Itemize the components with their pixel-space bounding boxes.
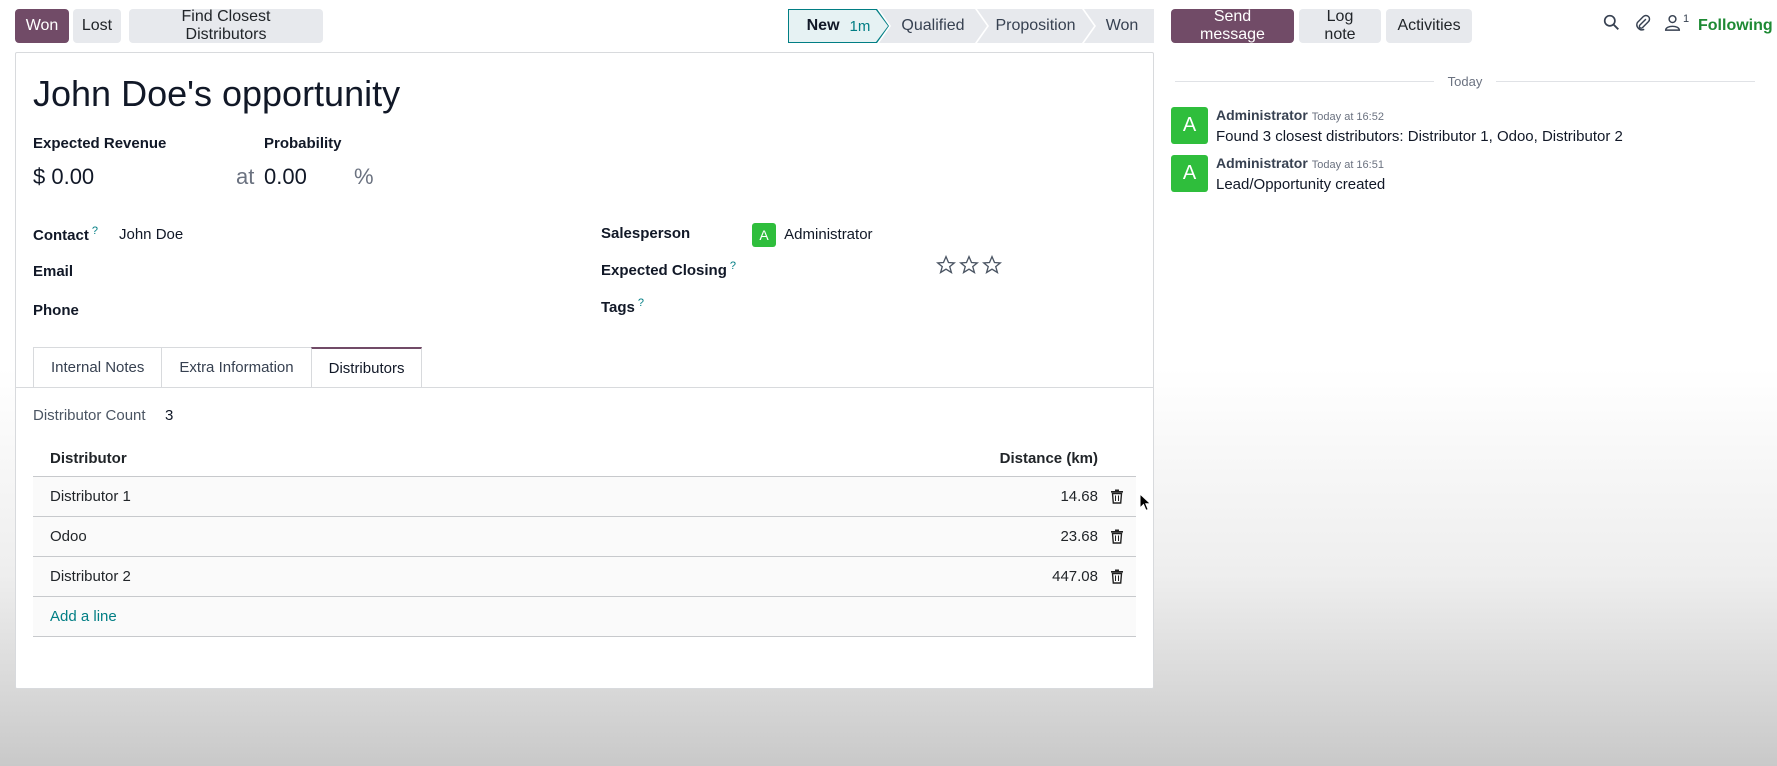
- date-separator-label: Today: [1447, 74, 1483, 89]
- user-icon[interactable]: [1664, 14, 1681, 31]
- search-icon[interactable]: [1603, 14, 1620, 31]
- tab-extra-information[interactable]: Extra Information: [161, 347, 312, 387]
- table-row[interactable]: Distributor 2 447.08: [33, 557, 1136, 597]
- activities-button[interactable]: Activities: [1386, 9, 1472, 43]
- star-icon[interactable]: [936, 255, 956, 275]
- add-line-link[interactable]: Add a line: [50, 608, 117, 625]
- expected-revenue-field[interactable]: $ 0.00: [33, 164, 94, 190]
- help-icon[interactable]: ?: [730, 260, 736, 272]
- tags-field[interactable]: [752, 295, 1132, 317]
- distributor-distance: 14.68: [1060, 488, 1098, 505]
- column-distributor[interactable]: Distributor: [33, 450, 898, 467]
- lost-button[interactable]: Lost: [73, 9, 121, 43]
- phone-field[interactable]: [119, 300, 519, 322]
- chatter-message: A Administrator Today at 16:52 Found 3 cl…: [1171, 107, 1623, 145]
- contact-label: Contact?: [33, 225, 98, 244]
- salesperson-label: Salesperson: [601, 225, 691, 242]
- email-label: Email: [33, 263, 74, 280]
- tags-label-text: Tags: [601, 299, 635, 316]
- tab-divider: [16, 387, 1153, 388]
- notebook-tabs: Internal Notes Extra Information Distrib…: [33, 347, 423, 388]
- contact-label-text: Contact: [33, 227, 89, 244]
- stage-won[interactable]: Won: [1084, 9, 1154, 43]
- stage-label: Proposition: [995, 17, 1076, 34]
- tags-label: Tags?: [601, 297, 644, 316]
- distributor-count-label: Distributor Count: [33, 407, 146, 424]
- help-icon[interactable]: ?: [92, 225, 98, 237]
- salesperson-field[interactable]: A Administrator: [752, 223, 873, 247]
- add-line-row: Add a line: [33, 597, 1136, 637]
- won-button[interactable]: Won: [15, 9, 69, 43]
- stage-proposition[interactable]: Proposition: [977, 9, 1094, 43]
- avatar[interactable]: A: [1171, 155, 1208, 192]
- email-field[interactable]: [119, 261, 519, 283]
- send-message-button[interactable]: Send message: [1171, 8, 1294, 43]
- stage-label: New: [806, 17, 840, 34]
- distributor-count-value: 3: [165, 407, 174, 424]
- stage-new[interactable]: New 1m: [788, 9, 889, 43]
- followers-count: 1: [1683, 13, 1690, 25]
- column-distance[interactable]: Distance (km): [898, 450, 1098, 467]
- tab-distributors[interactable]: Distributors: [310, 347, 423, 388]
- message-body: Found 3 closest distributors: Distributo…: [1216, 128, 1623, 145]
- table-row[interactable]: Distributor 1 14.68: [33, 477, 1136, 517]
- trash-icon[interactable]: [1110, 489, 1124, 504]
- probability-field[interactable]: 0.00: [264, 164, 307, 190]
- find-closest-distributors-button[interactable]: Find Closest Distributors: [129, 8, 323, 43]
- salesperson-name: Administrator: [784, 225, 873, 243]
- log-note-button[interactable]: Log note: [1299, 8, 1381, 43]
- contact-field[interactable]: John Doe: [119, 226, 183, 243]
- tab-internal-notes[interactable]: Internal Notes: [33, 347, 163, 387]
- date-separator: Today: [1175, 74, 1756, 89]
- expected-closing-label: Expected Closing?: [601, 260, 736, 279]
- stage-duration: 1m: [849, 17, 871, 35]
- expected-revenue-label: Expected Revenue: [33, 135, 167, 152]
- probability-label: Probability: [264, 135, 342, 152]
- mouse-cursor-icon: [1139, 493, 1152, 512]
- stage-qualified[interactable]: Qualified: [879, 9, 987, 43]
- stage-label: Qualified: [901, 17, 965, 34]
- message-time: Today at 16:51: [1311, 159, 1384, 171]
- star-icon[interactable]: [982, 255, 1002, 275]
- message-body: Lead/Opportunity created: [1216, 176, 1386, 193]
- distributor-distance: 23.68: [1060, 528, 1098, 545]
- trash-icon[interactable]: [1110, 529, 1124, 544]
- priority-stars: [936, 255, 1002, 275]
- distributor-table: Distributor Distance (km) Distributor 1 …: [33, 441, 1136, 637]
- stage-label: Won: [1105, 17, 1139, 34]
- trash-icon[interactable]: [1110, 569, 1124, 584]
- star-icon[interactable]: [959, 255, 979, 275]
- avatar: A: [752, 223, 776, 247]
- avatar[interactable]: A: [1171, 107, 1208, 144]
- paperclip-icon[interactable]: [1634, 14, 1651, 31]
- help-icon[interactable]: ?: [638, 297, 644, 309]
- distributor-name: Distributor 1: [50, 488, 131, 505]
- distributor-name: Odoo: [50, 528, 87, 545]
- stage-bar: New 1m Qualified Proposition Won: [788, 9, 1154, 43]
- message-author[interactable]: Administrator: [1216, 107, 1308, 123]
- page-title[interactable]: John Doe's opportunity: [33, 73, 400, 115]
- table-row[interactable]: Odoo 23.68: [33, 517, 1136, 557]
- at-label: at: [236, 164, 255, 189]
- following-button[interactable]: Following: [1698, 17, 1773, 35]
- table-header: Distributor Distance (km): [33, 441, 1136, 477]
- distributor-distance: 447.08: [1052, 568, 1098, 585]
- distributor-name: Distributor 2: [50, 568, 131, 585]
- phone-label: Phone: [33, 302, 79, 319]
- message-author[interactable]: Administrator: [1216, 155, 1308, 171]
- form-sheet: John Doe's opportunity Expected Revenue …: [15, 52, 1154, 689]
- percent-sign: %: [354, 164, 374, 189]
- message-time: Today at 16:52: [1311, 111, 1384, 123]
- chatter-message: A Administrator Today at 16:51 Lead/Oppor…: [1171, 155, 1385, 193]
- expected-closing-label-text: Expected Closing: [601, 262, 727, 279]
